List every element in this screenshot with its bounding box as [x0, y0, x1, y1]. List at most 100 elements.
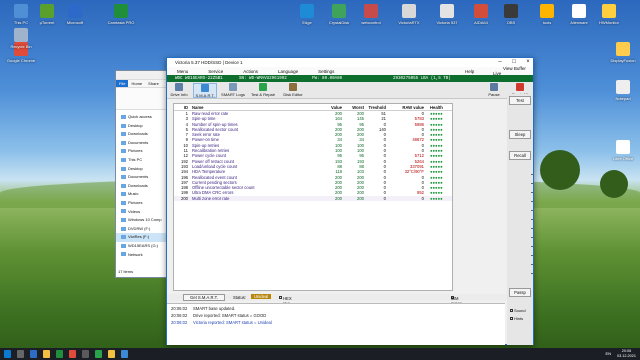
desktop-icon[interactable]: Microsoft: [58, 4, 92, 25]
desktop-icon-label: OBS: [506, 20, 516, 25]
desktop-icon[interactable]: Alienware: [562, 4, 596, 25]
menu-language[interactable]: Language: [278, 69, 298, 74]
taskbar-app-icon[interactable]: [56, 350, 63, 358]
attr-raw: 0: [421, 195, 424, 201]
table-row[interactable]: 200 Multi zone error rate 200 200 0 0 ●●●●●: [174, 195, 452, 202]
drive-info-button[interactable]: Drive Info: [169, 83, 189, 98]
desktop-icon[interactable]: Victoria 537: [430, 4, 464, 25]
passp-button[interactable]: Passp: [509, 288, 531, 297]
explorer-nav-label: Documents: [128, 174, 149, 180]
taskbar-app-icon[interactable]: [82, 350, 89, 358]
folder-icon: [121, 114, 126, 119]
test-button[interactable]: Test: [509, 96, 531, 105]
col-id[interactable]: ID: [176, 104, 188, 111]
log-panel: 20:06:02 SMART base updated. 20:06:02 Dr…: [167, 303, 505, 345]
taskbar-app-icon[interactable]: [30, 350, 37, 358]
desktop-icon[interactable]: Notepad: [606, 80, 640, 101]
folder-icon: [121, 132, 126, 137]
menu-actions[interactable]: Actions: [243, 69, 258, 74]
col-threshold[interactable]: Treshold: [368, 104, 386, 111]
col-name[interactable]: Name: [192, 104, 203, 111]
taskbar-app-icon[interactable]: [43, 350, 50, 358]
folder-icon: [121, 226, 126, 231]
desktop-icon[interactable]: Camtasia PRO: [104, 4, 138, 25]
col-worst[interactable]: Worst: [346, 104, 364, 111]
language-indicator[interactable]: EN: [605, 351, 611, 356]
folder-icon: [121, 183, 126, 188]
victoria-window: Victoria 5.37 HDD/SSD | Device 1 – □ × M…: [166, 57, 534, 345]
taskbar-app-icon[interactable]: [69, 350, 76, 358]
recall-button[interactable]: Recall: [509, 151, 531, 160]
explorer-nav-label: Documents: [128, 139, 149, 145]
folder-icon: [121, 209, 126, 214]
desktop-icon[interactable]: VictoriaRTX: [392, 4, 426, 25]
victoria-title-bar[interactable]: Victoria 5.37 HDD/SSD | Device 1 – □ ×: [167, 58, 533, 67]
sleep-button[interactable]: Sleep: [509, 130, 531, 139]
victoria-toolbar: Drive Info S.M.A.R.T. SMART Logs Test & …: [167, 82, 533, 99]
sound-checkbox[interactable]: Sound: [510, 308, 526, 313]
app-icon: [14, 28, 28, 42]
desktop-icon[interactable]: CrystalDisk: [322, 4, 356, 25]
explorer-tab-home[interactable]: Home: [128, 80, 145, 87]
taskbar-app-icon[interactable]: [4, 350, 11, 358]
right-control-panel: Test Sleep Recall Passp Sound Hints: [507, 94, 533, 345]
app-icon: [332, 4, 346, 18]
hints-label: Hints: [514, 316, 524, 321]
desktop-icon-label: Recycle Bin: [10, 44, 32, 49]
disk-editor-button[interactable]: Disk Editor: [281, 83, 305, 98]
smart-logs-button[interactable]: SMART Logs: [221, 83, 245, 98]
app-icon: [364, 4, 378, 18]
explorer-tab-file[interactable]: File: [116, 80, 129, 87]
desktop-icon[interactable]: Libre Office: [606, 140, 640, 161]
hints-checkbox[interactable]: Hints: [510, 316, 523, 321]
status-label: Status:: [233, 295, 247, 300]
app-icon: [14, 4, 28, 18]
taskbar-app-icon[interactable]: [95, 350, 102, 358]
disk-editor-icon: [289, 83, 297, 91]
drive-info-label: Drive Info: [170, 92, 188, 97]
logs-icon: [229, 83, 237, 91]
menu-menu[interactable]: Menu: [177, 69, 188, 74]
col-raw[interactable]: RAW value: [388, 104, 424, 111]
ibm-super-smart-checkbox[interactable]: IBM super smart: [451, 295, 461, 311]
desktop-icon[interactable]: Edge: [290, 4, 324, 25]
menu-service[interactable]: Service: [208, 69, 223, 74]
col-health[interactable]: Health: [430, 104, 443, 111]
desktop-icon[interactable]: DisplayFusion: [606, 42, 640, 63]
victoria-menu-bar: Menu Service Actions Language Settings H…: [167, 66, 533, 76]
folder-icon: [121, 166, 126, 171]
pause-button[interactable]: Pause: [485, 83, 503, 98]
log-message: SMART base updated.: [193, 306, 236, 311]
test-repair-button[interactable]: Test & Repair: [249, 83, 277, 98]
log-line: 20:06:02 Drive reported: SMART status = …: [171, 313, 266, 318]
desktop-icon-label: AIDA64: [474, 20, 488, 25]
taskbar-app-icon[interactable]: [121, 350, 128, 358]
hex-raw-checkbox[interactable]: HEX raw values: [279, 295, 295, 311]
get-smart-button[interactable]: Get S.M.A.R.T.: [183, 294, 225, 301]
desktop-icon[interactable]: tools: [530, 4, 564, 25]
menu-settings[interactable]: Settings: [318, 69, 334, 74]
app-icon: [300, 4, 314, 18]
desktop-icon[interactable]: HWMonitor: [592, 4, 626, 25]
desktop-icon[interactable]: AIDA64: [464, 4, 498, 25]
clock-date: 03.12.2021: [616, 354, 636, 358]
attr-threshold: 0: [383, 195, 386, 201]
explorer-nav-label: Music: [128, 191, 139, 197]
smart-tab-button[interactable]: S.M.A.R.T.: [193, 83, 217, 98]
col-value[interactable]: Value: [324, 104, 342, 111]
desktop-icon-label: DisplayFusion: [610, 58, 636, 63]
desktop-icon[interactable]: OBS: [494, 4, 528, 25]
taskbar-clock[interactable]: 20:06 03.12.2021: [617, 349, 636, 359]
menu-help[interactable]: Help: [465, 69, 474, 74]
pause-label: Pause: [488, 92, 500, 97]
attr-name: Multi zone error rate: [192, 195, 230, 201]
desktop-icon-label: Notepad: [615, 96, 631, 101]
taskbar-app-icon[interactable]: [17, 350, 24, 358]
explorer-tab-share[interactable]: Share: [145, 80, 162, 87]
desktop-icon[interactable]: webcontrol: [354, 4, 388, 25]
device-model: WDC WD15EARS-22Z5B1: [175, 76, 223, 81]
desktop-icon[interactable]: Recycle Bin: [4, 28, 38, 49]
smart-attributes-table: ID Name Value Worst Treshold RAW value H…: [173, 103, 453, 291]
device-serial: SN: WD-WMAVU2961992: [239, 76, 287, 81]
taskbar-app-icon[interactable]: [108, 350, 115, 358]
